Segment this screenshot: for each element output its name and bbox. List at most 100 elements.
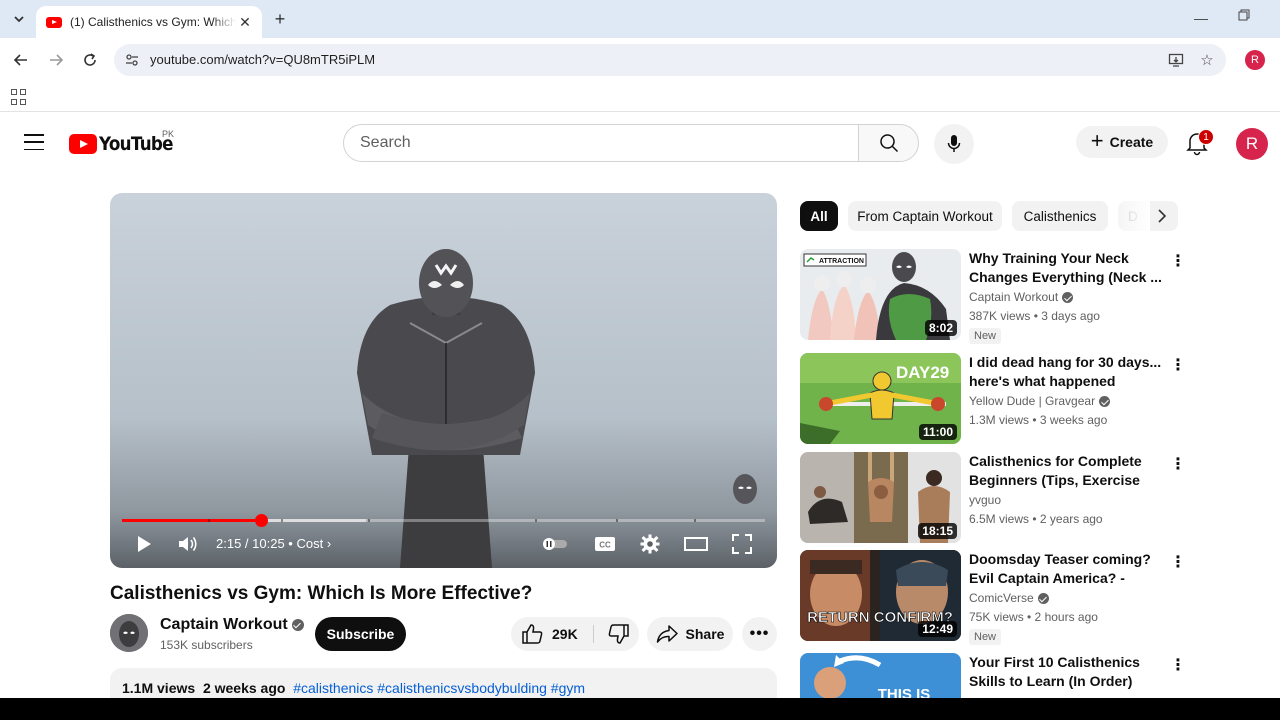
scrubber-handle[interactable] <box>254 514 268 527</box>
video-title[interactable]: Doomsday Teaser coming? Evil Captain Ame… <box>969 550 1169 588</box>
browser-tab-active[interactable]: (1) Calisthenics vs Gym: Which Is More E… <box>36 6 262 38</box>
chip-all[interactable]: All <box>800 201 838 231</box>
more-actions-button[interactable]: ••• <box>742 617 777 651</box>
new-tab-button[interactable]: + <box>270 9 290 29</box>
voice-search-button[interactable] <box>934 124 974 164</box>
video-player[interactable]: 2:15 / 10:25 • Cost › CC <box>110 193 777 568</box>
url-text: youtube.com/watch?v=QU8mTR5iPLM <box>150 52 376 67</box>
more-vertical-icon[interactable]: ⋮ <box>1170 251 1186 271</box>
chapter-marker <box>368 519 370 522</box>
video-title[interactable]: Calisthenics for Complete Beginners (Tip… <box>969 452 1169 490</box>
channel-name-text: Yellow Dude | Gravgear <box>969 394 1096 408</box>
verified-badge-icon <box>1037 593 1049 605</box>
autoplay-toggle[interactable] <box>540 529 570 559</box>
youtube-favicon-icon <box>46 16 62 28</box>
search-button[interactable] <box>858 124 919 162</box>
reload-button[interactable] <box>80 50 100 70</box>
account-avatar[interactable]: R <box>1236 128 1268 160</box>
video-title[interactable]: I did dead hang for 30 days... here's wh… <box>969 353 1169 391</box>
restore-window-button[interactable] <box>1238 8 1250 24</box>
recommendation-item[interactable]: 18:15 Calisthenics for Complete Beginner… <box>800 452 1200 544</box>
tab-search-button[interactable] <box>6 7 32 31</box>
progress-bar[interactable] <box>122 514 765 527</box>
chevron-right-icon <box>1158 209 1167 223</box>
search-input[interactable] <box>360 134 840 152</box>
address-bar[interactable]: youtube.com/watch?v=QU8mTR5iPLM ☆ <box>114 44 1226 76</box>
chapter-marker <box>281 519 283 522</box>
channel-avatar[interactable] <box>110 614 148 652</box>
video-duration: 8:02 <box>924 320 957 336</box>
channel-name[interactable]: Captain Workout <box>969 290 1074 304</box>
time-text: 2:15 / 10:25 <box>216 536 285 551</box>
play-icon <box>138 536 151 552</box>
fullscreen-button[interactable] <box>728 529 756 559</box>
verified-badge-icon <box>1062 292 1074 304</box>
video-thumbnail[interactable]: THIS IS <box>800 653 961 698</box>
recommendation-item[interactable]: DAY29 11:00 I did dead hang for 30 days.… <box>800 353 1200 445</box>
subscribe-button[interactable]: Subscribe <box>315 617 406 651</box>
plus-icon: + <box>1090 128 1104 153</box>
dislike-button[interactable] <box>599 617 639 651</box>
more-vertical-icon[interactable]: ⋮ <box>1170 655 1186 675</box>
recommendation-item[interactable]: THIS IS Your First 10 Calisthenics Skill… <box>800 653 1200 698</box>
subscriber-count: 153K subscribers <box>160 638 253 652</box>
video-thumbnail[interactable]: ATTRACTION 8:02 <box>800 249 961 340</box>
autoplay-toggle-icon <box>543 538 567 550</box>
video-title[interactable]: Why Training Your Neck Changes Everythin… <box>969 249 1169 287</box>
forward-button[interactable] <box>46 50 66 70</box>
share-label: Share <box>685 626 725 642</box>
volume-icon <box>179 537 197 551</box>
tab-close-icon[interactable]: ✕ <box>236 13 254 31</box>
more-vertical-icon[interactable]: ⋮ <box>1170 355 1186 375</box>
search-icon <box>879 134 898 153</box>
video-title[interactable]: Your First 10 Calisthenics Skills to Lea… <box>969 653 1169 691</box>
more-vertical-icon[interactable]: ⋮ <box>1170 552 1186 572</box>
recommendation-item[interactable]: ATTRACTION 8:02 Why Training Your Neck C… <box>800 249 1200 344</box>
channel-watermark-icon[interactable] <box>732 473 758 505</box>
microphone-icon <box>947 135 961 152</box>
recommendation-item[interactable]: RETURN CONFIRM? 12:49 Doomsday Teaser co… <box>800 550 1200 645</box>
video-meta: 75K views • 2 hours ago <box>969 610 1098 624</box>
channel-name[interactable]: yvguo <box>969 493 1001 507</box>
site-info-icon[interactable] <box>124 52 140 68</box>
guide-menu-icon[interactable] <box>24 134 44 150</box>
video-meta: 1.3M views • 3 weeks ago <box>969 413 1108 427</box>
chip-calisthenics[interactable]: Calisthenics <box>1012 201 1108 231</box>
chips-next-button[interactable] <box>1152 206 1172 226</box>
video-thumbnail[interactable]: DAY29 11:00 <box>800 353 961 444</box>
mute-button[interactable] <box>174 529 202 559</box>
bookmark-star-icon[interactable]: ☆ <box>1197 50 1217 70</box>
channel-name[interactable]: ComicVerse <box>969 591 1049 605</box>
bookmarks-bar <box>0 82 1280 112</box>
view-count: 1.1M views <box>122 680 196 696</box>
video-thumbnail[interactable]: RETURN CONFIRM? 12:49 <box>800 550 961 641</box>
channel-name[interactable]: Captain Workout <box>160 616 304 634</box>
channel-name-text: Captain Workout <box>160 616 288 633</box>
more-horizontal-icon: ••• <box>749 625 770 642</box>
install-app-icon[interactable] <box>1166 50 1186 70</box>
channel-name[interactable]: Yellow Dude | Gravgear <box>969 394 1111 408</box>
theater-mode-button[interactable] <box>682 529 710 559</box>
chips-fade <box>1110 201 1150 231</box>
apps-grid-icon[interactable] <box>11 89 27 105</box>
minimize-window-button[interactable]: — <box>1194 10 1208 26</box>
hashtags[interactable]: #calisthenics #calisthenicsvsbodybulding… <box>293 680 585 696</box>
create-button[interactable]: + Create <box>1076 126 1168 158</box>
play-button[interactable] <box>130 529 158 559</box>
like-dislike-group: 29K <box>511 617 639 651</box>
chip-from-channel[interactable]: From Captain Workout <box>848 201 1002 231</box>
subtitles-button[interactable]: CC <box>591 529 619 559</box>
share-button[interactable]: Share <box>647 617 733 651</box>
new-badge: New <box>969 629 1002 645</box>
back-button[interactable] <box>11 50 31 70</box>
chapter-marker <box>208 519 210 522</box>
chapter-title[interactable]: Cost <box>296 536 323 551</box>
upload-age: 2 weeks ago <box>202 680 286 696</box>
more-vertical-icon[interactable]: ⋮ <box>1170 454 1186 474</box>
like-button[interactable]: 29K <box>511 617 589 651</box>
browser-profile-avatar[interactable]: R <box>1245 50 1265 70</box>
settings-button[interactable] <box>636 529 664 559</box>
video-thumbnail[interactable]: 18:15 <box>800 452 961 543</box>
os-taskbar <box>0 698 1280 720</box>
thumbs-down-icon <box>608 624 629 644</box>
